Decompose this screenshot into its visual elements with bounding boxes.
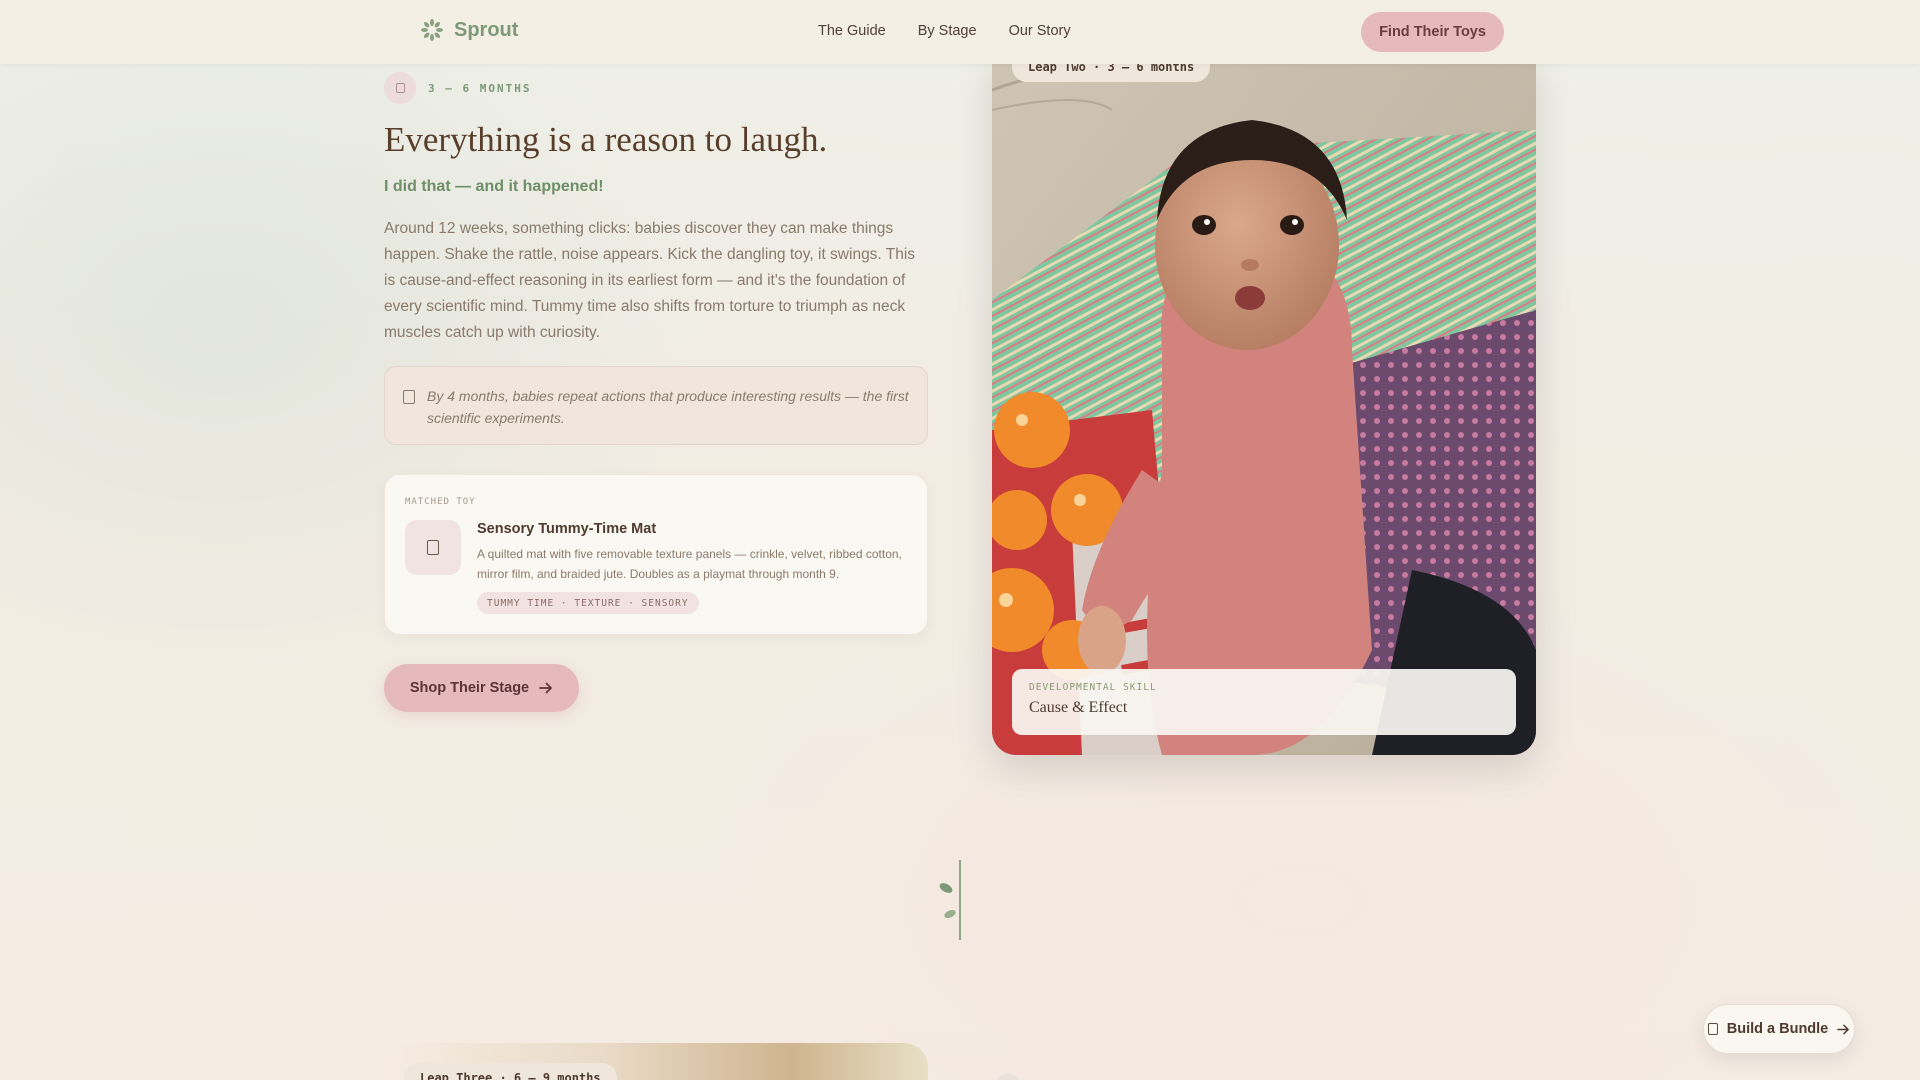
skill-title: Cause & Effect <box>1029 699 1128 716</box>
age-range-text: 3 – 6 MONTHS <box>428 81 532 95</box>
nav-links: The Guide By Stage Our Story <box>818 23 1071 39</box>
fact-callout: By 4 months, babies repeat actions that … <box>384 366 928 445</box>
top-navigation: Sprout The Guide By Stage Our Story Find… <box>0 0 1920 64</box>
nav-link-by-stage[interactable]: By Stage <box>918 23 977 39</box>
stage-badge <box>384 72 416 104</box>
developmental-skill-card: DEVELOPMENTAL SKILL Cause & Effect <box>1012 669 1516 735</box>
stage-subhead: I did that — and it happened! <box>384 178 604 195</box>
shop-button-label: Shop Their Stage <box>409 680 530 696</box>
baby-photo-illustration <box>992 50 1536 755</box>
baby-photo <box>992 50 1536 755</box>
sprout-divider-icon <box>939 860 961 940</box>
bag-icon <box>1707 1023 1718 1035</box>
bundle-button-label: Build a Bundle <box>1726 1021 1829 1037</box>
toy-icon <box>427 540 439 555</box>
shop-their-stage-button[interactable]: Shop Their Stage <box>384 664 579 712</box>
stage-headline: Everything is a reason to laugh. <box>384 120 828 159</box>
bookmark-icon <box>403 390 415 404</box>
stage-icon <box>395 83 405 93</box>
fact-text: By 4 months, babies repeat actions that … <box>427 388 909 426</box>
toy-title: Sensory Tummy-Time Mat <box>477 521 657 537</box>
toy-kicker: MATCHED TOY <box>405 497 476 507</box>
age-range-label: 3 – 6 MONTHS <box>384 72 531 104</box>
brand-logo[interactable]: Sprout <box>420 18 518 42</box>
matched-toy-card[interactable]: MATCHED TOY Sensory Tummy-Time Mat A qui… <box>384 474 928 635</box>
arrow-right-icon <box>539 682 552 694</box>
brand-name: Sprout <box>454 18 519 41</box>
toy-thumbnail <box>405 520 461 575</box>
find-their-toys-button[interactable]: Find Their Toys <box>1361 12 1504 52</box>
stage-description: Around 12 weeks, something clicks: babie… <box>384 220 916 341</box>
nav-link-the-guide[interactable]: The Guide <box>818 23 886 39</box>
toy-tags: TUMMY TIME · TEXTURE · SENSORY <box>477 592 699 614</box>
next-leap-label: Leap Three · 6 – 9 months <box>404 1063 617 1080</box>
build-a-bundle-button[interactable]: Build a Bundle <box>1703 1004 1855 1054</box>
toy-description: A quilted mat with five removable textur… <box>477 547 902 581</box>
arrow-right-icon <box>1837 1024 1850 1034</box>
nav-link-our-story[interactable]: Our Story <box>1009 23 1071 39</box>
skill-kicker: DEVELOPMENTAL SKILL <box>1029 682 1157 693</box>
flower-logo-icon <box>421 19 443 41</box>
